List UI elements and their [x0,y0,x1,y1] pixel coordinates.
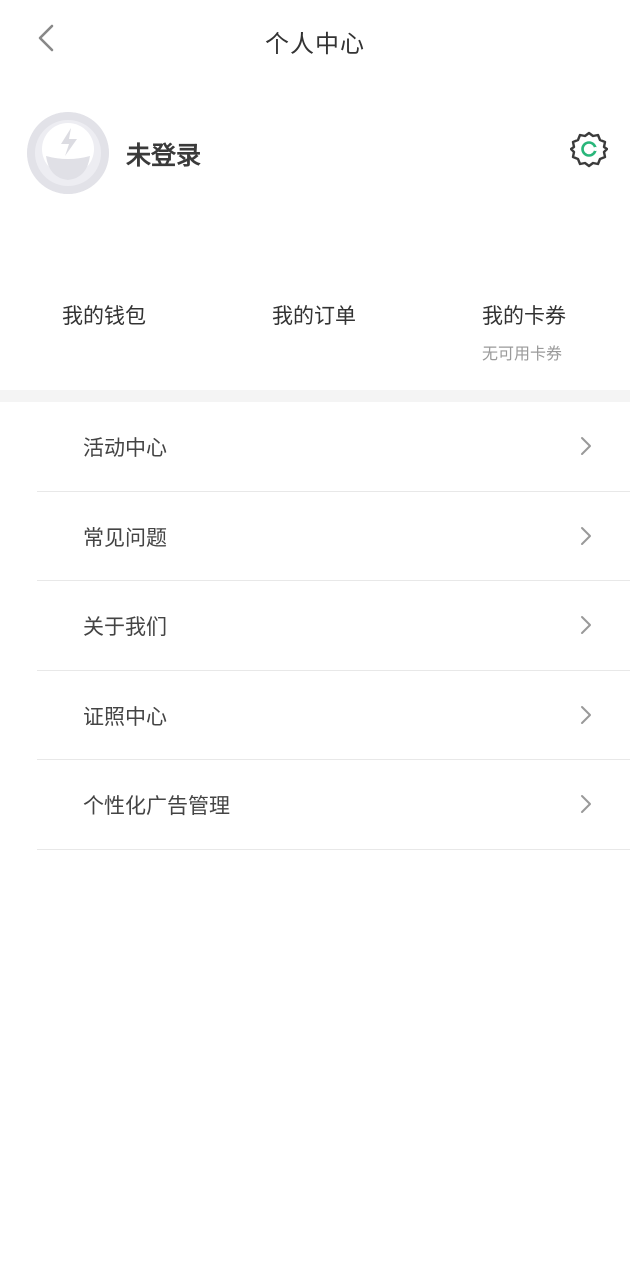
row-divider [37,848,630,850]
settings-button[interactable] [566,128,612,174]
avatar[interactable] [27,112,109,194]
chevron-right-icon [576,613,596,637]
coupons-status: 无可用卡券 [482,344,563,363]
menu-item-label: 活动中心 [83,436,167,460]
shortcuts-row: 我的钱包 我的订单 我的卡券 无可用卡券 [0,300,630,380]
my-wallet-label: 我的钱包 [62,304,146,328]
chevron-right-icon [576,703,596,727]
chevron-right-icon [576,434,596,458]
personal-center-page: 个人中心 未登录 我的钱包 我的订单 我的卡券 无可用卡券 活动中心 常见问题 … [0,0,630,1280]
menu-item-label: 个性化广告管理 [83,794,230,818]
menu-item-label: 证照中心 [83,704,167,729]
my-coupons-label: 我的卡券 [482,304,566,328]
menu-item-label: 关于我们 [83,615,167,639]
menu-item-faq[interactable]: 常见问题 [0,492,630,581]
my-orders-label: 我的订单 [272,304,356,328]
avatar-placeholder-icon [27,112,109,194]
my-orders-shortcut[interactable]: 我的订单 [272,300,356,330]
username[interactable]: 未登录 [126,136,201,172]
gear-icon [569,130,609,172]
header: 个人中心 [0,0,630,80]
my-wallet-shortcut[interactable]: 我的钱包 [62,300,146,330]
chevron-right-icon [576,524,596,548]
chevron-right-icon [576,792,596,816]
page-title: 个人中心 [265,30,365,58]
menu-item-about-us[interactable]: 关于我们 [0,581,630,671]
menu-item-activity-center[interactable]: 活动中心 [0,402,630,492]
menu-item-label: 常见问题 [83,525,167,550]
menu-item-license-center[interactable]: 证照中心 [0,671,630,760]
menu-item-ad-personalization[interactable]: 个性化广告管理 [0,760,630,850]
profile-section: 未登录 [0,108,630,200]
section-divider [0,390,630,402]
my-coupons-shortcut[interactable]: 我的卡券 无可用卡券 [482,300,566,364]
menu-list: 活动中心 常见问题 关于我们 证照中心 个性化广告管理 [0,402,630,850]
